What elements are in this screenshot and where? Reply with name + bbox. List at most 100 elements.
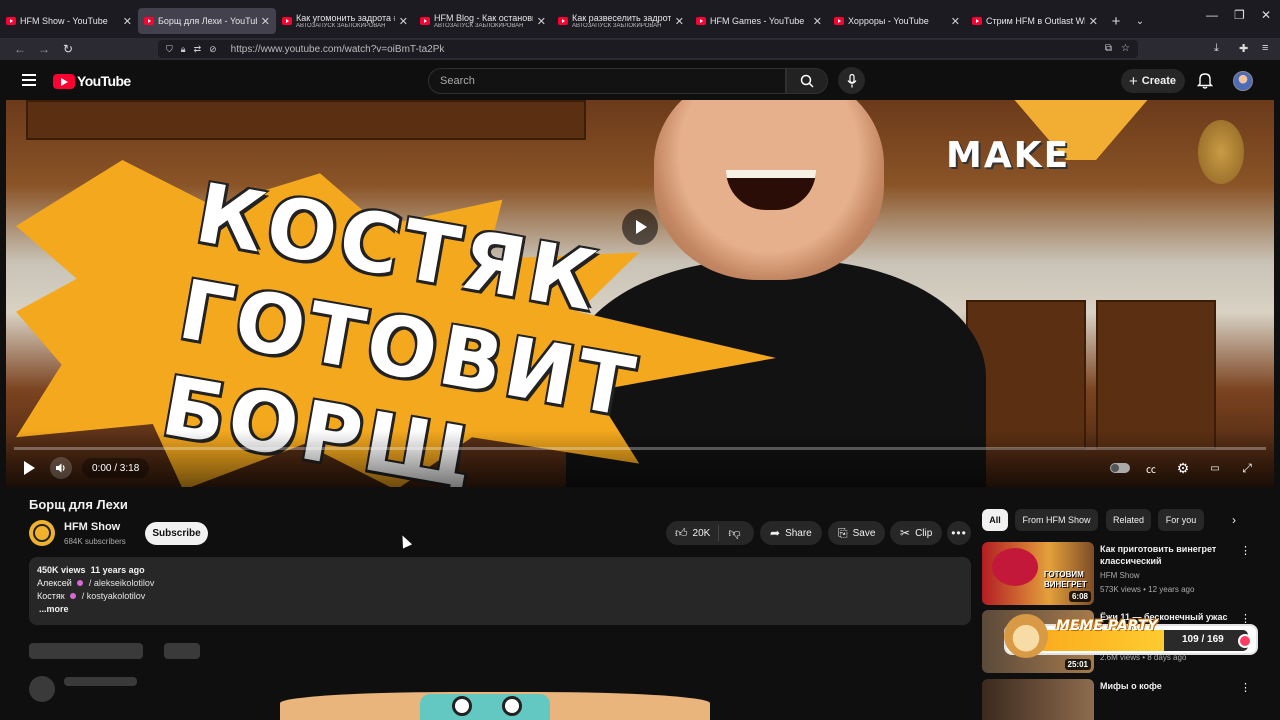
like-button[interactable]: 👍︎ 20K: [666, 525, 720, 541]
browser-tab[interactable]: Стрим HFM в Outlast Whist ✕: [966, 8, 1104, 34]
guide-menu-icon[interactable]: [22, 74, 36, 89]
video-player[interactable]: MAKE КОСТЯК ГОТОВИТ БОРЩ 0:00 / 3:18 ㏄ ⚙…: [6, 100, 1274, 487]
kebab-menu-icon[interactable]: ⋮: [1240, 544, 1251, 557]
tab-close-icon[interactable]: ✕: [537, 15, 546, 28]
browser-tab[interactable]: Как угомонить задрота #4 АВТОЗАПУСК ЗАБЛ…: [276, 8, 414, 34]
tab-autoplay-blocked-label: АВТОЗАПУСК ЗАБЛОКИРОВАН: [296, 23, 386, 29]
tab-close-icon[interactable]: ✕: [261, 15, 270, 28]
tab-close-icon[interactable]: ✕: [1089, 15, 1098, 28]
share-label: Share: [785, 527, 812, 539]
description-box[interactable]: 450K views 11 years ago Алексей / alekse…: [29, 557, 971, 625]
recommendation-title[interactable]: Как приготовить винегрет классический: [1100, 543, 1232, 567]
create-button[interactable]: + Create: [1121, 69, 1185, 93]
autoplay-blocked-icon[interactable]: ⊘: [209, 44, 217, 55]
recommendation-thumbnail[interactable]: ГОТОВИМ ВИНЕГРЕТ 6:08: [982, 542, 1094, 605]
browser-tab[interactable]: HFM Blog - Как остановить АВТОЗАПУСК ЗАБ…: [414, 8, 552, 34]
settings-gear-icon[interactable]: ⚙: [1174, 459, 1192, 477]
theater-mode-icon[interactable]: ▭: [1206, 459, 1224, 477]
address-bar[interactable]: ⛉ 🔒︎ ⇄ ⊘ https://www.youtube.com/watch?v…: [158, 40, 1138, 58]
progress-bar[interactable]: [14, 447, 1266, 450]
instagram-icon: [70, 593, 77, 599]
restore-icon[interactable]: ❐: [1234, 8, 1245, 22]
new-tab-icon[interactable]: +: [1104, 8, 1128, 34]
youtube-play-logo-icon: [53, 73, 75, 89]
fullscreen-icon[interactable]: ⤢: [1238, 459, 1256, 477]
browser-tab-active[interactable]: Борщ для Лехи - YouTube ✕: [138, 8, 276, 34]
search-button[interactable]: [786, 68, 828, 94]
notifications-bell-icon[interactable]: [1197, 71, 1213, 89]
youtube-logo[interactable]: YouTube: [53, 73, 131, 89]
loading-placeholder: [29, 643, 143, 659]
tab-close-icon[interactable]: ✕: [951, 15, 960, 28]
tab-title: HFM Games - YouTube: [710, 16, 805, 26]
share-arrow-icon: ➦: [770, 526, 781, 540]
chip-for-you[interactable]: For you: [1158, 509, 1204, 531]
cartoon-overlay: [280, 692, 710, 720]
bookmark-star-icon[interactable]: ☆: [1121, 43, 1130, 54]
browser-tab[interactable]: Как развеселить задрота - АВТОЗАПУСК ЗАБ…: [552, 8, 690, 34]
recommendation-thumbnail[interactable]: [982, 679, 1094, 720]
upload-age: 11 years ago: [90, 565, 145, 575]
bookmark-icon: ⎘: [838, 525, 848, 540]
chevron-right-icon[interactable]: ›: [1224, 509, 1244, 531]
voice-search-button[interactable]: [838, 67, 865, 94]
more-actions-icon[interactable]: •••: [947, 521, 971, 545]
shield-icon[interactable]: ⛉: [166, 44, 173, 55]
search-icon: [800, 74, 814, 88]
mouse-cursor-icon: [397, 533, 413, 549]
tab-title: Хорроры - YouTube: [848, 16, 929, 26]
play-icon[interactable]: [20, 457, 38, 479]
save-button[interactable]: ⎘ Save: [828, 521, 886, 545]
picture-in-picture-icon[interactable]: ⧉: [1105, 43, 1112, 54]
tab-close-icon[interactable]: ✕: [399, 15, 408, 28]
make-logo: MAKE: [946, 135, 1071, 176]
browser-nav-bar: ← → ↻ ⛉ 🔒︎ ⇄ ⊘ https://www.youtube.com/w…: [0, 38, 1280, 60]
youtube-favicon-icon: [282, 17, 292, 25]
big-play-button[interactable]: [622, 209, 658, 245]
close-window-icon[interactable]: ✕: [1261, 8, 1271, 22]
social-link[interactable]: / alekseikolotilov: [89, 578, 155, 588]
tab-close-icon[interactable]: ✕: [813, 15, 822, 28]
thumbs-down-icon: 👎︎: [728, 525, 741, 540]
tab-close-icon[interactable]: ✕: [675, 15, 684, 28]
volume-icon[interactable]: [50, 457, 72, 479]
social-link[interactable]: / kostyakolotilov: [82, 591, 146, 601]
tab-close-icon[interactable]: ✕: [123, 15, 132, 28]
chip-related[interactable]: Related: [1106, 509, 1151, 531]
channel-avatar[interactable]: [29, 520, 55, 546]
chip-all[interactable]: All: [982, 509, 1008, 531]
share-button[interactable]: ➦ Share: [760, 521, 822, 545]
lock-icon[interactable]: 🔒︎: [181, 44, 186, 55]
youtube-favicon-icon: [6, 17, 16, 25]
subscribe-button[interactable]: Subscribe: [145, 522, 208, 545]
minimize-icon[interactable]: —: [1206, 8, 1218, 22]
chip-from-channel[interactable]: From HFM Show: [1015, 509, 1098, 531]
loading-placeholder: [164, 643, 200, 659]
channel-name[interactable]: HFM Show: [64, 521, 120, 533]
show-more-link[interactable]: ...more: [39, 604, 963, 614]
description-line: Костяк / kostyakolotilov: [37, 591, 963, 601]
recommendation-title[interactable]: Мифы о кофе: [1100, 680, 1232, 692]
recommendation-channel[interactable]: HFM Show: [1100, 571, 1140, 580]
autoplay-toggle[interactable]: [1110, 463, 1130, 473]
extensions-icon[interactable]: ✚: [1239, 42, 1248, 55]
video-title: Борщ для Лехи: [29, 497, 128, 512]
browser-tab[interactable]: HFM Games - YouTube ✕: [690, 8, 828, 34]
reload-icon[interactable]: ↻: [56, 42, 80, 56]
account-avatar[interactable]: [1233, 71, 1253, 91]
create-label: Create: [1141, 75, 1177, 87]
clip-button[interactable]: ✂ Clip: [890, 521, 943, 545]
meme-party-count: 109 / 169: [1182, 634, 1224, 645]
tab-list-chevron-icon[interactable]: ⌄: [1128, 8, 1152, 34]
downloads-icon[interactable]: ⤓: [1214, 42, 1219, 55]
back-arrow-icon[interactable]: ←: [8, 42, 32, 56]
browser-tab[interactable]: Хорроры - YouTube ✕: [828, 8, 966, 34]
search-input[interactable]: Search: [428, 68, 786, 94]
menu-icon[interactable]: ≡: [1262, 42, 1268, 54]
kebab-menu-icon[interactable]: ⋮: [1240, 681, 1251, 694]
dislike-button[interactable]: 👎︎: [719, 526, 749, 541]
subtitles-icon[interactable]: ㏄: [1142, 459, 1160, 477]
permissions-icon[interactable]: ⇄: [194, 44, 202, 55]
browser-tab[interactable]: HFM Show - YouTube ✕: [0, 8, 138, 34]
forward-arrow-icon[interactable]: →: [32, 42, 56, 56]
